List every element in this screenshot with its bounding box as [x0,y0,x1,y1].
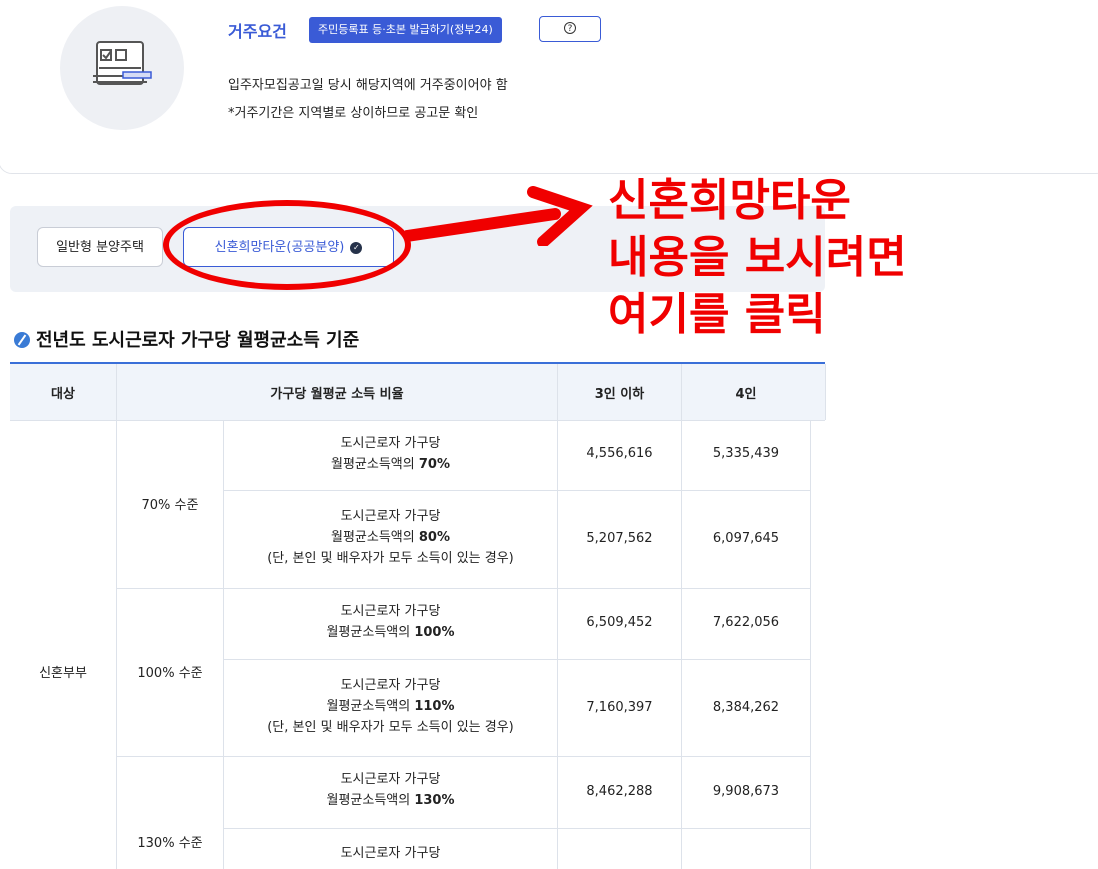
row-divider [223,490,811,491]
table-row: 도시근로자 가구당 월평균소득액의 130% [224,769,557,811]
desc-percent: 80% [418,530,450,545]
row-divider [223,828,811,829]
value-4: 8,384,262 [712,700,780,715]
desc-line: 도시근로자 가구당 [340,509,441,524]
row-divider [117,756,811,757]
issue-registration-button[interactable]: 주민등록표 등·초본 발급하기(정부24) [309,17,502,43]
table-row: 도시근로자 가구당 월평균소득액의 100% [224,601,557,643]
desc-text: 월평균소득액의 [331,530,419,545]
header-target: 대상 [51,387,75,402]
desc-text: 월평균소득액의 [326,625,415,640]
header-3-or-less: 3인 이하 [594,387,645,402]
annotation-text: 신혼희망타운 내용을 보시려면 여기를 클릭 [608,172,907,343]
header-4: 4인 [735,387,757,402]
target-cell: 신혼부부 [39,666,87,681]
section-bullet-icon [14,332,30,348]
table-row: 도시근로자 가구당 월평균소득액의 110% (단, 본인 및 배우자가 모두 … [224,675,557,738]
desc-percent: 70% [418,457,450,472]
requirement-line-1: 입주자모집공고일 당시 해당지역에 거주중이어야 함 [228,78,508,93]
value-3-or-less: 6,509,452 [586,615,653,630]
desc-percent: 100% [414,625,455,640]
desc-percent: 110% [414,699,455,714]
value-3-or-less: 8,462,288 [586,784,653,799]
desc-line: 도시근로자 가구당 [340,678,441,693]
requirement-line-2: *거주기간은 지역별로 상이하므로 공고문 확인 [228,106,479,121]
group-130: 130% 수준 [137,836,203,851]
document-form-icon [93,41,152,85]
desc-note: (단, 본인 및 배우자가 모두 소득이 있는 경우) [267,720,514,735]
header-ratio: 가구당 월평균 소득 비율 [270,387,404,402]
desc-line: 월평균소득액의 130% [224,790,557,811]
desc-line: 도시근로자 가구당 [340,772,441,787]
desc-percent: 130% [414,793,455,808]
value-4: 6,097,645 [712,531,780,546]
requirement-title: 거주요건 [228,22,287,41]
desc-line: 도시근로자 가구당 [340,846,441,861]
section-title: 전년도 도시근로자 가구당 월평균소득 기준 [14,326,359,352]
table-row: 도시근로자 가구당 [224,843,557,864]
document-icon-circle [60,6,184,130]
group-70: 70% 수준 [141,498,199,513]
desc-line: 월평균소득액의 110% [224,696,557,717]
desc-text: 월평균소득액의 [331,457,419,472]
table-row: 도시근로자 가구당 월평균소득액의 80% (단, 본인 및 배우자가 모두 소… [224,506,557,569]
value-3-or-less: 5,207,562 [586,531,653,546]
table-row: 도시근로자 가구당 월평균소득액의 70% [224,433,557,475]
value-4: 9,908,673 [712,784,780,799]
col-divider [810,420,811,869]
desc-line: 월평균소득액의 80% [224,527,557,548]
desc-note: (단, 본인 및 배우자가 모두 소득이 있는 경우) [267,551,514,566]
help-button[interactable]: ? [539,16,601,42]
tab-general-housing[interactable]: 일반형 분양주택 [37,227,163,267]
desc-text: 월평균소득액의 [326,699,415,714]
row-divider [223,659,811,660]
annotation-line-3: 여기를 클릭 [608,289,826,340]
section-title-text: 전년도 도시근로자 가구당 월평균소득 기준 [36,330,360,351]
desc-line: 월평균소득액의 100% [224,622,557,643]
value-3-or-less: 4,556,616 [586,446,653,461]
highlight-ellipse [163,200,411,290]
value-4: 5,335,439 [712,446,780,461]
desc-line: 도시근로자 가구당 [340,436,441,451]
tab-label: 일반형 분양주택 [56,240,144,255]
desc-text: 월평균소득액의 [326,793,415,808]
desc-line: 월평균소득액의 70% [224,454,557,475]
value-3-or-less: 7,160,397 [586,700,653,715]
question-icon: ? [564,22,576,34]
value-4: 7,622,056 [712,615,780,630]
desc-line: 도시근로자 가구당 [340,604,441,619]
group-100: 100% 수준 [137,666,203,681]
col-divider [825,364,826,420]
annotation-line-1: 신혼희망타운 [608,175,851,226]
col-divider [116,364,117,869]
annotation-line-2: 내용을 보시려면 [608,232,907,283]
arrow-icon [405,186,593,246]
row-divider [117,588,811,589]
